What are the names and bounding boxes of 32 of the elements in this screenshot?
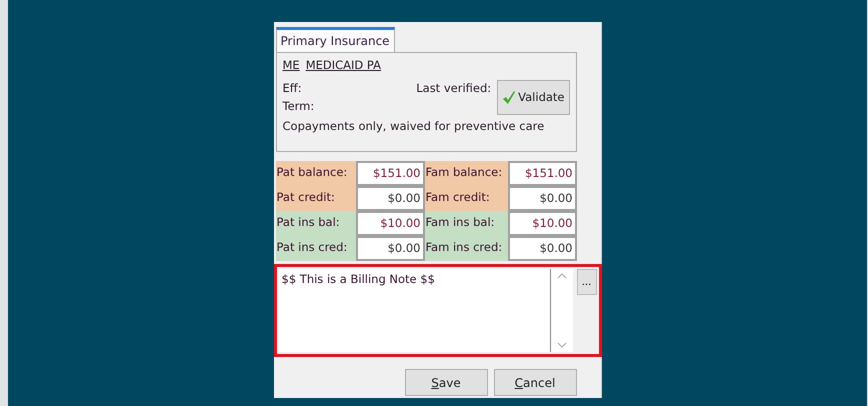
balance-value: $10.00 xyxy=(356,211,424,236)
term-label: Term: xyxy=(282,98,314,114)
scroll-down-icon[interactable] xyxy=(556,342,566,348)
eff-label: Eff: xyxy=(282,80,303,98)
balance-label: Pat ins bal: xyxy=(276,211,356,236)
balance-label: Fam ins cred: xyxy=(424,236,508,261)
balance-value: $151.00 xyxy=(508,161,576,186)
balance-value: $0.00 xyxy=(508,186,576,211)
tab[interactable]: Primary Insurance xyxy=(276,27,395,52)
balance-value: $151.00 xyxy=(356,161,424,186)
balance-label: Fam balance: xyxy=(424,161,508,186)
dialog-button[interactable]: Save xyxy=(404,369,488,396)
balance-label: Pat credit: xyxy=(276,186,356,211)
scroll-up-icon[interactable] xyxy=(556,273,566,279)
plan-code-link[interactable]: ME xyxy=(282,57,300,74)
billing-note-field[interactable]: $$ This is a Billing Note $$ xyxy=(278,269,550,352)
balance-label: Pat ins cred: xyxy=(276,236,356,261)
coverage-note: Copayments only, waived for preventive care xyxy=(282,118,546,135)
last-verified-label: Last verified: xyxy=(416,80,492,98)
plan-name-link[interactable]: MEDICAID PA xyxy=(306,57,382,74)
balance-value: $10.00 xyxy=(508,211,576,236)
balance-value: $0.00 xyxy=(356,186,424,211)
checkmark-icon xyxy=(502,90,516,104)
validate-button[interactable]: Validate xyxy=(497,80,570,115)
dialog-button[interactable]: Cancel xyxy=(494,369,576,396)
balance-value: $0.00 xyxy=(356,236,424,261)
more-button[interactable]: ... xyxy=(576,269,596,295)
balance-label: Fam credit: xyxy=(424,186,508,211)
balance-value: $0.00 xyxy=(508,236,576,261)
balance-label: Pat balance: xyxy=(276,161,356,186)
scrollbar[interactable] xyxy=(550,269,572,352)
balance-label: Fam ins bal: xyxy=(424,211,508,236)
